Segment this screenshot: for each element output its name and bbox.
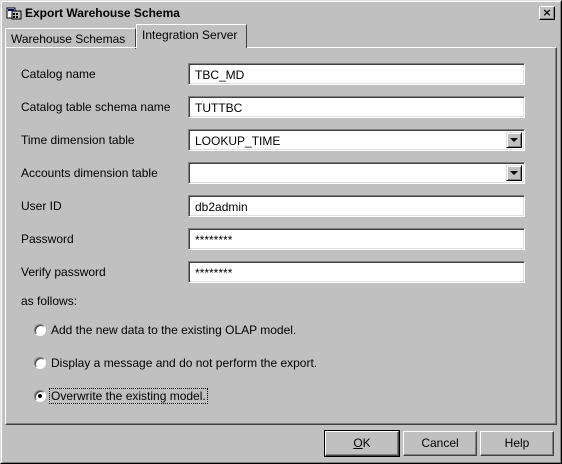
title-bar[interactable]: Export Warehouse Schema ×	[3, 3, 559, 23]
ok-label: K	[362, 436, 371, 450]
help-label: Help	[504, 436, 530, 450]
close-icon: ×	[542, 6, 552, 19]
tab-panel	[5, 47, 557, 425]
window-app-icon	[6, 7, 22, 20]
tab-label: Warehouse Schemas	[11, 32, 126, 46]
tab-integration-server[interactable]: Integration Server	[136, 24, 247, 48]
export-warehouse-schema-dialog: Export Warehouse Schema × Warehouse Sche…	[0, 0, 562, 464]
close-button[interactable]: ×	[539, 6, 555, 20]
ok-mnemonic: O	[353, 436, 363, 450]
window-title: Export Warehouse Schema	[25, 6, 180, 20]
tab-label: Integration Server	[142, 28, 238, 42]
cancel-label: Cancel	[421, 436, 459, 450]
tab-warehouse-schemas[interactable]: Warehouse Schemas	[5, 28, 136, 49]
cancel-button[interactable]: Cancel	[403, 431, 477, 456]
help-button[interactable]: Help	[480, 431, 554, 456]
ok-button[interactable]: OK	[324, 430, 400, 457]
